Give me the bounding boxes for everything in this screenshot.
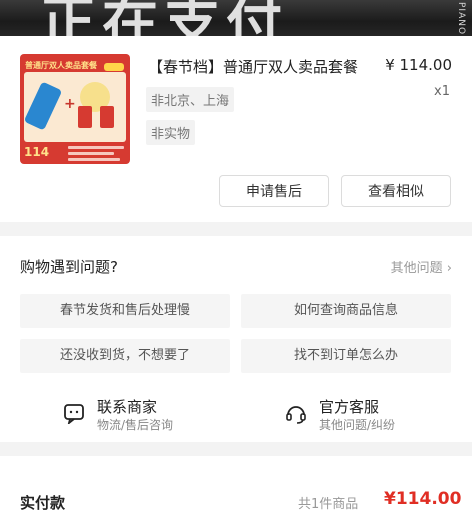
region-tag: 非北京、上海 (146, 87, 235, 112)
faq-card: 购物遇到问题? 其他问题 › 春节发货和售后处理慢 如何查询商品信息 还没收到货… (0, 236, 472, 442)
faq-question[interactable]: 春节发货和售后处理慢 (20, 294, 230, 328)
thumbnail-title: 普通厅双人卖品套餐 (25, 61, 97, 70)
official-service-sub: 其他问题/纠纷 (319, 418, 396, 432)
view-similar-button[interactable]: 查看相似 (341, 175, 451, 207)
drink-cup-icon (78, 106, 92, 128)
after-sale-button[interactable]: 申请售后 (219, 175, 329, 207)
drink-cup-icon (100, 106, 114, 128)
thumbnail-fine-print (68, 158, 120, 161)
plus-icon: + (64, 96, 76, 112)
product-thumbnail[interactable]: 普通厅双人卖品套餐 + 114 (20, 54, 130, 164)
faq-question[interactable]: 找不到订单怎么办 (241, 339, 451, 373)
faq-question[interactable]: 如何查询商品信息 (241, 294, 451, 328)
official-service-label: 官方客服 (319, 398, 380, 416)
official-service-button[interactable]: 官方客服 其他问题/纠纷 (285, 396, 425, 436)
faq-question[interactable]: 还没收到货，不想要了 (20, 339, 230, 373)
thumbnail-fine-print (68, 152, 114, 155)
payment-label: 实付款 (20, 494, 66, 512)
contact-merchant-label: 联系商家 (97, 398, 158, 416)
chat-icon (64, 404, 84, 424)
contact-merchant-sub: 物流/售后咨询 (97, 418, 174, 432)
banner-side-text: PIANO (456, 2, 466, 36)
payment-total: ¥114.00 (384, 489, 462, 509)
thumbnail-badge (104, 63, 124, 71)
payment-summary: 实付款 共1件商品 ¥114.00 (0, 456, 472, 516)
product-quantity: x1 (434, 84, 450, 99)
other-questions-link[interactable]: 其他问题 › (391, 257, 452, 276)
thumbnail-price: 114 (24, 145, 50, 159)
thumbnail-fine-print (68, 146, 124, 149)
faq-title: 购物遇到问题? (20, 258, 118, 276)
product-price: ¥ 114.00 (385, 56, 452, 74)
non-physical-tag: 非实物 (146, 120, 196, 145)
item-count: 共1件商品 (298, 497, 359, 512)
headset-icon (286, 406, 306, 424)
product-title[interactable]: 【春节档】普通厅双人卖品套餐 (148, 56, 358, 77)
contact-merchant-button[interactable]: 联系商家 物流/售后咨询 (63, 396, 203, 436)
banner-image: 正在支付 PIANO (0, 0, 472, 36)
banner-text: 正在支付 (40, 0, 288, 36)
